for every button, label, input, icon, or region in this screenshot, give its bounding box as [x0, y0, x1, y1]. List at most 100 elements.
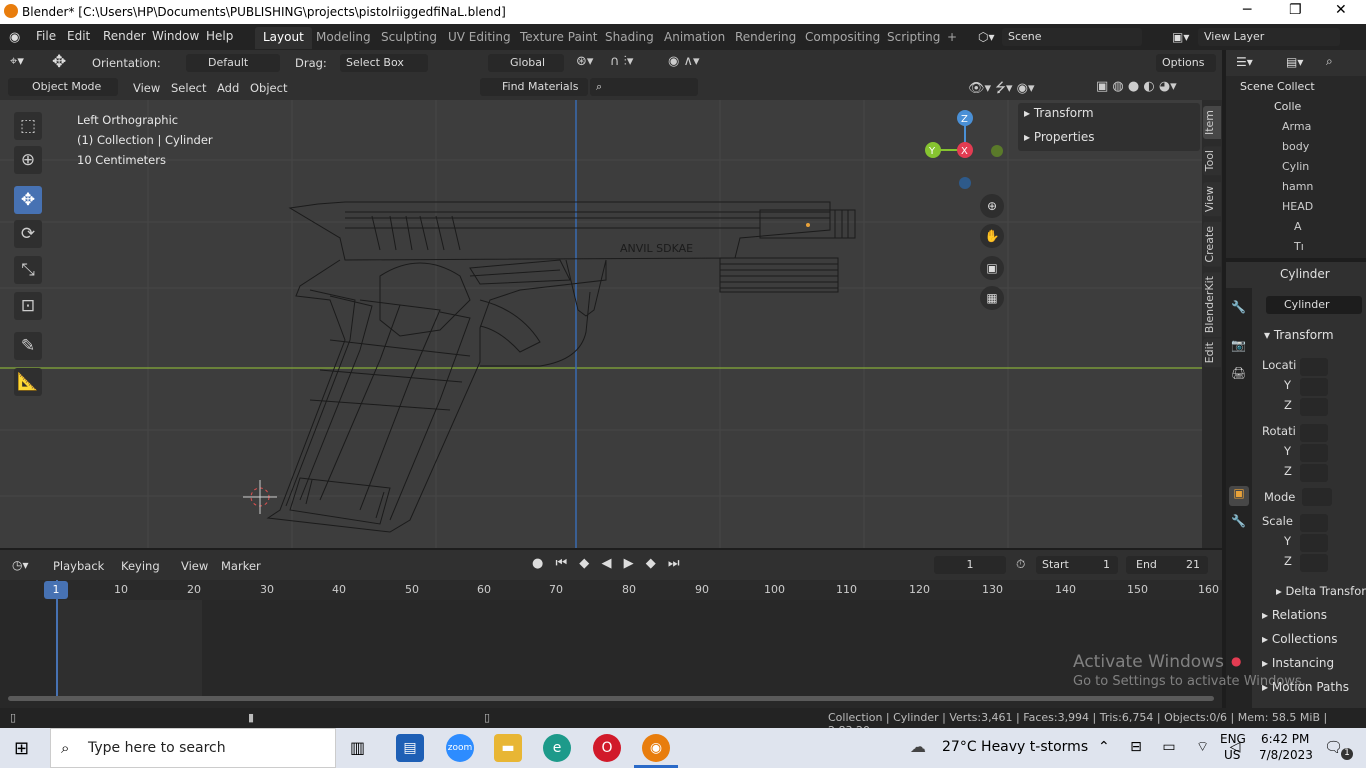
menu-render[interactable]: Render [103, 29, 146, 43]
location-y-field[interactable] [1300, 378, 1328, 396]
clock-time[interactable]: 6:42 PM [1261, 732, 1309, 746]
object-mode-dropdown[interactable]: Object Mode [8, 78, 118, 96]
tab-modeling[interactable]: Modeling [308, 27, 379, 49]
edge-browser-icon[interactable]: e [543, 734, 571, 762]
outliner-item-cylinder[interactable]: Cylin [1282, 160, 1309, 173]
tab-item[interactable]: Item [1203, 106, 1221, 140]
rotation-y-field[interactable] [1300, 444, 1328, 462]
output-props-icon[interactable]: 🖨 [1231, 366, 1246, 380]
clock-date[interactable]: 7/8/2023 [1259, 748, 1313, 762]
select-box-tool-icon[interactable]: ⬚ [14, 112, 42, 140]
outliner-item-t[interactable]: Tı [1294, 240, 1304, 253]
annotate-tool-icon[interactable]: ✎ [14, 332, 42, 360]
view-layer-icon[interactable]: ▣▾ [1172, 30, 1189, 44]
menu-file[interactable]: File [36, 29, 56, 43]
menu-view[interactable]: View [133, 81, 160, 95]
scale-z-field[interactable] [1300, 554, 1328, 572]
task-view-icon[interactable]: ▥ [350, 738, 365, 757]
editor-type-icon[interactable]: ⌖▾ [10, 54, 24, 69]
outliner-item-collection[interactable]: Colle [1274, 100, 1301, 113]
rotate-tool-icon[interactable]: ⟳ [14, 220, 42, 248]
tab-blenderkit[interactable]: BlenderKit [1203, 272, 1221, 338]
outliner-item-armature[interactable]: Arma [1282, 120, 1311, 133]
render-props-icon[interactable]: 📷 [1231, 338, 1246, 352]
menu-object[interactable]: Object [250, 81, 287, 95]
proportional-edit-icon[interactable]: ◉ ∧▾ [668, 54, 700, 69]
tab-compositing[interactable]: Compositing [797, 27, 888, 49]
close-button[interactable]: ✕ [1335, 2, 1347, 18]
region-indicator[interactable]: US [1224, 748, 1240, 762]
outliner-item-body[interactable]: body [1282, 140, 1309, 153]
datablock-field[interactable]: Cylinder [1266, 296, 1362, 314]
marker-menu[interactable]: Marker [221, 559, 261, 573]
rotation-z-field[interactable] [1300, 464, 1328, 482]
drag-dropdown[interactable]: Select Box [340, 54, 428, 72]
scale-y-field[interactable] [1300, 534, 1328, 552]
blender-taskbar-icon[interactable]: ◉ [642, 734, 670, 762]
scale-tool-icon[interactable]: ⤡ [14, 256, 42, 284]
orientation-dropdown[interactable]: Default [186, 54, 280, 72]
transform-orientation-dropdown[interactable]: Global [488, 54, 564, 72]
blender-menu-icon[interactable]: ◉ [9, 30, 25, 45]
menu-add[interactable]: Add [217, 81, 239, 95]
tab-create[interactable]: Create [1203, 222, 1221, 267]
options-dropdown[interactable]: Options [1156, 54, 1216, 72]
cursor-tool-icon[interactable]: ⊕ [14, 146, 42, 174]
outliner-editor-icon[interactable]: ☰▾ [1236, 55, 1253, 69]
end-frame-field[interactable]: End 21 [1126, 556, 1208, 574]
scale-x-field[interactable] [1300, 514, 1328, 532]
weather-text[interactable]: 27°C Heavy t-storms [942, 739, 1088, 755]
transform-tool-icon[interactable]: ⊡ [14, 292, 42, 320]
menu-edit[interactable]: Edit [67, 29, 90, 43]
outliner-item-a[interactable]: A [1294, 220, 1302, 233]
shading-mode-icons[interactable]: ▣ ◍ ● ◐ ◕▾ [1096, 79, 1177, 94]
outliner-search-icon[interactable]: ⌕ [1326, 54, 1333, 69]
outliner-item-hammer[interactable]: hamn [1282, 180, 1313, 193]
add-workspace-button[interactable]: + [939, 27, 965, 49]
filter-icon[interactable]: ▤▾ [1286, 55, 1303, 69]
microsoft-store-icon[interactable]: ▤ [396, 734, 424, 762]
tab-texture-paint[interactable]: Texture Paint [512, 27, 605, 49]
taskbar-search-box[interactable]: ⌕ Type here to search [50, 728, 336, 768]
scene-selector-icon[interactable]: ⬡▾ [978, 30, 995, 44]
keying-menu[interactable]: Keying [121, 559, 160, 573]
location-z-field[interactable] [1300, 398, 1328, 416]
timeline-scrollbar[interactable] [8, 696, 1214, 701]
find-materials-dropdown[interactable]: Find Materials [480, 78, 588, 96]
frame-ruler[interactable] [0, 580, 1222, 600]
measure-tool-icon[interactable]: 📐 [14, 368, 42, 396]
file-explorer-icon[interactable]: ▬ [494, 734, 522, 762]
pan-hand-icon[interactable]: ✋ [980, 224, 1004, 248]
grid-ortho-icon[interactable]: ▦ [980, 286, 1004, 310]
outliner-scene[interactable]: Scene Collect [1240, 80, 1315, 93]
tool-props-icon[interactable]: 🔧 [1231, 300, 1246, 314]
playback-controls[interactable]: ● ⏮ ◆ ◀ ▶ ◆ ⏭ [532, 556, 684, 571]
tab-view[interactable]: View [1203, 182, 1221, 217]
playback-menu[interactable]: Playback [53, 559, 104, 573]
zoom-app-icon[interactable]: zoom [446, 734, 474, 762]
tab-edit[interactable]: Edit [1203, 338, 1221, 368]
3d-viewport[interactable]: ANVIL SDKAE Z Y X Left Orthographic (1) … [0, 100, 1204, 548]
relations-section[interactable]: ▸ Relations [1262, 608, 1327, 622]
snap-icon[interactable]: ∩ ⫶▾ [610, 54, 633, 69]
menu-help[interactable]: Help [206, 29, 233, 43]
tab-animation[interactable]: Animation [656, 27, 733, 49]
view-overlay-icons[interactable]: 👁▾ ⭍▾ ◉▾ [968, 79, 1035, 101]
delta-transform-section[interactable]: ▸ Delta Transfor [1276, 584, 1366, 598]
camera-icon[interactable]: ▣ [980, 256, 1004, 280]
minimize-button[interactable]: ─ [1243, 2, 1251, 18]
tab-shading[interactable]: Shading [597, 27, 662, 49]
transform-section[interactable]: ▾ Transform [1264, 328, 1334, 342]
timeline-editor-icon[interactable]: ◷▾ [12, 558, 29, 572]
zoom-icon[interactable]: ⊕ [980, 194, 1004, 218]
scene-field[interactable]: Scene [1002, 28, 1142, 46]
opera-browser-icon[interactable]: O [593, 734, 621, 762]
collections-section[interactable]: ▸ Collections [1262, 632, 1337, 646]
language-indicator[interactable]: ENG [1220, 732, 1246, 746]
tab-layout[interactable]: Layout [255, 27, 312, 49]
move-tool-button[interactable]: ✥ [14, 186, 42, 214]
pivot-icon[interactable]: ⊛▾ [576, 54, 593, 69]
object-props-icon[interactable]: ▣ [1229, 486, 1249, 506]
menu-window[interactable]: Window [152, 29, 199, 43]
start-frame-field[interactable]: Start 1 [1036, 556, 1118, 574]
